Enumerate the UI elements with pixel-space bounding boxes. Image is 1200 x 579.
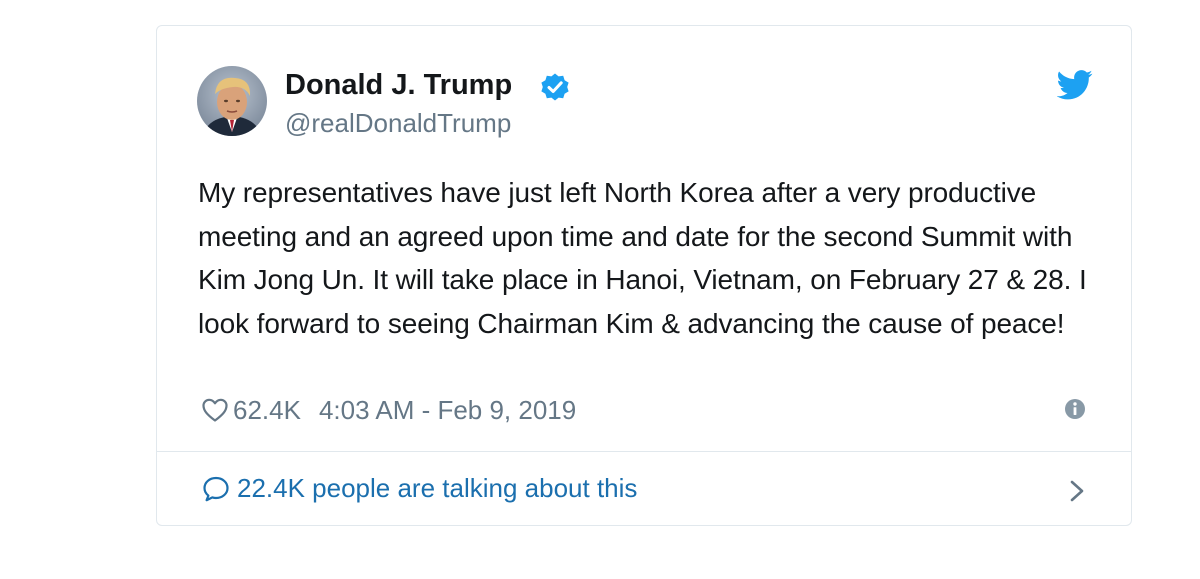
speech-bubble-icon bbox=[201, 474, 231, 504]
chevron-right-icon[interactable] bbox=[1065, 476, 1089, 506]
twitter-bird-icon[interactable] bbox=[1056, 70, 1093, 100]
heart-icon[interactable] bbox=[201, 397, 229, 423]
like-count[interactable]: 62.4K bbox=[233, 395, 301, 426]
author-name[interactable]: Donald J. Trump bbox=[285, 69, 512, 102]
tweet-meta: 62.4K 4:03 AM - Feb 9, 2019 bbox=[201, 395, 576, 425]
verified-badge-icon bbox=[539, 72, 571, 104]
info-icon[interactable] bbox=[1063, 397, 1087, 421]
avatar[interactable] bbox=[197, 66, 267, 136]
tweet-timestamp[interactable]: 4:03 AM - Feb 9, 2019 bbox=[319, 395, 576, 426]
conversation-label: 22.4K people are talking about this bbox=[237, 473, 638, 503]
divider bbox=[157, 451, 1131, 452]
author-handle[interactable]: @realDonaldTrump bbox=[285, 108, 511, 139]
tweet-card: Donald J. Trump @realDonaldTrump My repr… bbox=[156, 25, 1132, 526]
tweet-text: My representatives have just left North … bbox=[198, 177, 1087, 339]
conversation-link[interactable]: 22.4K people are talking about this bbox=[201, 473, 637, 504]
